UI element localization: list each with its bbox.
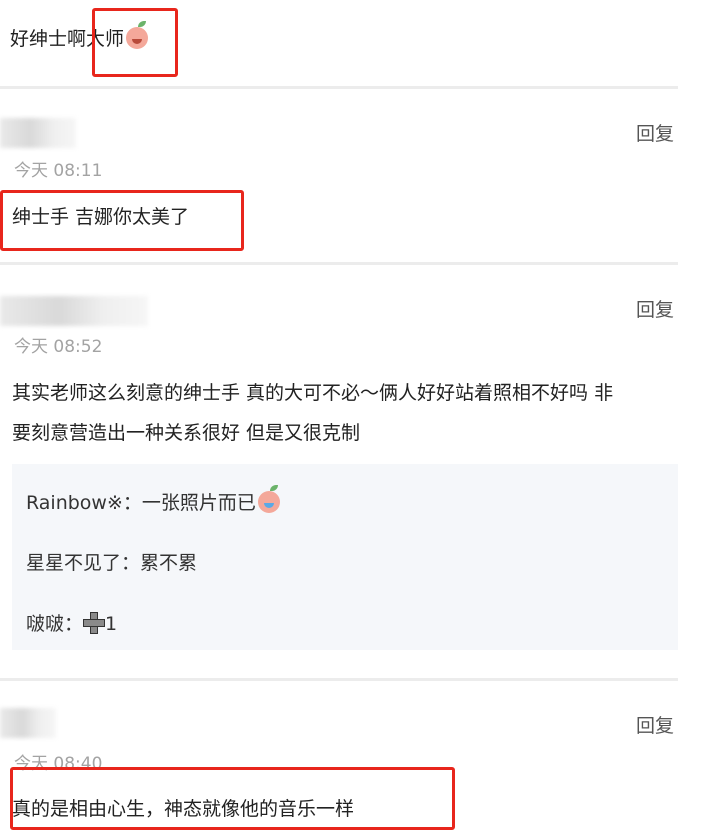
crying-peach-emoji-icon [257, 485, 280, 513]
highlight-box [0, 190, 244, 251]
sub-reply-text: 累不累 [140, 552, 198, 574]
avatar-blurred[interactable] [0, 296, 148, 326]
reply-button[interactable]: 回复 [636, 711, 674, 738]
reply-button[interactable]: 回复 [636, 119, 674, 146]
comment-text-line-1: 其实老师这么刻意的绅士手 真的大可不必～俩人好好站着照相不好吗 非 [12, 382, 614, 404]
plus-icon [83, 612, 106, 634]
comment-time: 今天 08:11 [14, 161, 103, 181]
divider [0, 86, 678, 89]
sub-reply: 啵啵： 1 [26, 609, 117, 636]
sub-reply-user[interactable]: 星星不见了 [26, 552, 121, 574]
sub-reply-sep: ： [64, 613, 84, 635]
sub-reply-sep: ： [122, 492, 142, 514]
highlight-box [10, 767, 455, 830]
sub-reply-user[interactable]: Rainbow※ [26, 492, 123, 514]
sub-reply: Rainbow※：一张照片而已 [26, 485, 280, 515]
avatar-blurred[interactable] [0, 708, 56, 738]
comment-text-line-2: 要刻意营造出一种关系很好 但是又很克制 [12, 422, 361, 444]
divider [0, 262, 678, 265]
avatar-blurred[interactable] [0, 118, 76, 148]
reply-button[interactable]: 回复 [636, 295, 674, 322]
comment-time: 今天 08:52 [14, 337, 103, 357]
sub-reply-text: 一张照片而已 [141, 492, 256, 514]
highlight-box [92, 8, 178, 77]
sub-reply-text: 1 [105, 613, 118, 635]
divider [0, 678, 678, 681]
sub-reply-user[interactable]: 啵啵 [26, 613, 64, 635]
sub-reply-sep: ： [121, 552, 141, 574]
sub-reply: 星星不见了：累不累 [26, 548, 197, 575]
